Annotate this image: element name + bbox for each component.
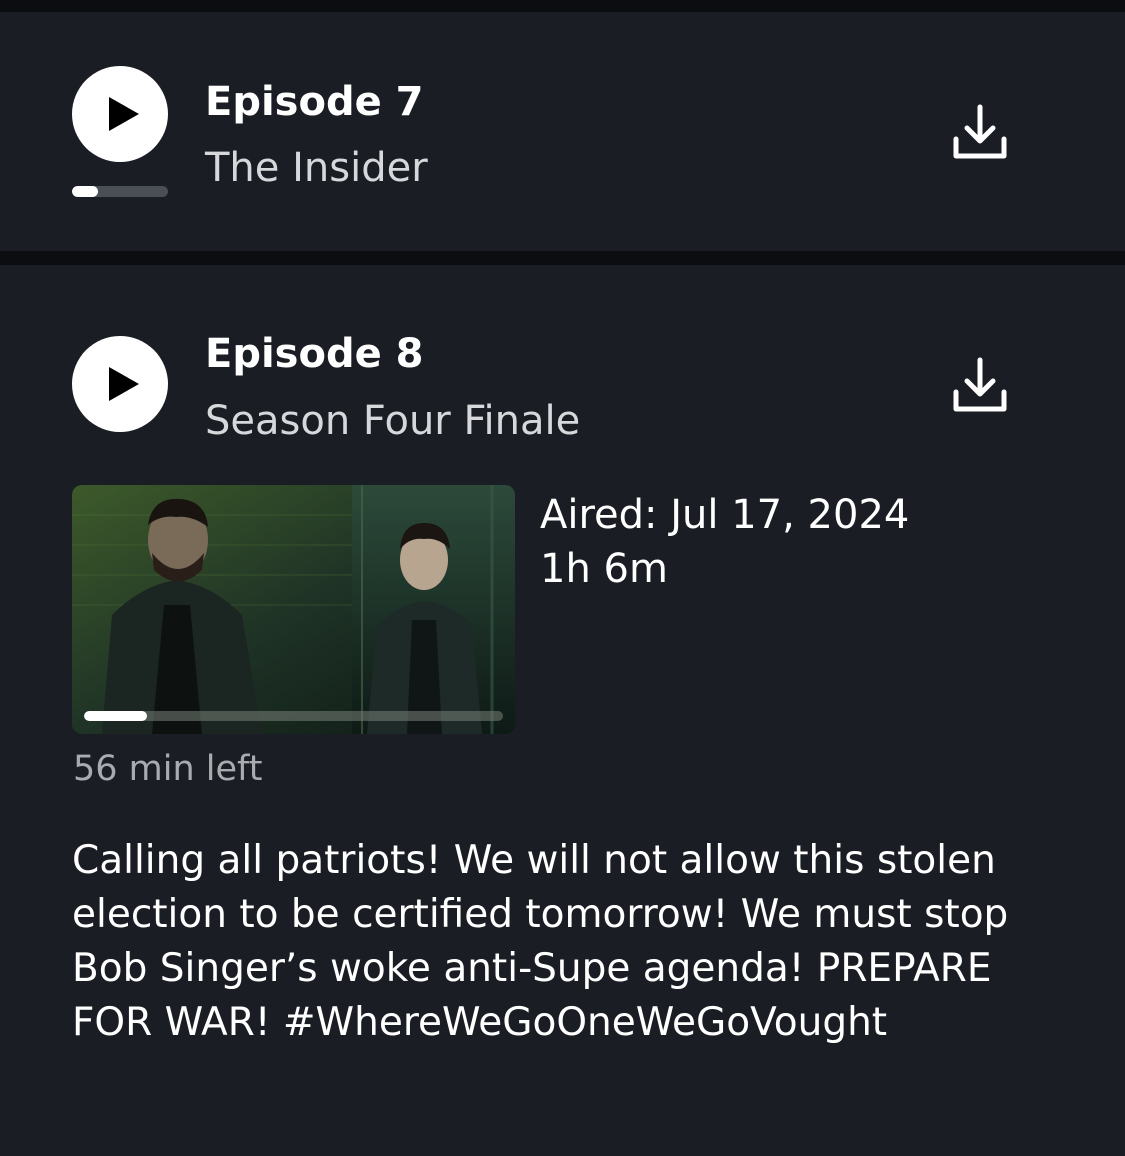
play-button-episode-7[interactable]	[72, 66, 168, 162]
play-button-episode-8[interactable]	[72, 336, 168, 432]
download-icon	[953, 357, 1007, 412]
episode-7-progress-bar	[72, 186, 168, 197]
download-button-episode-8[interactable]	[948, 354, 1012, 418]
episode-7-progress-fill	[72, 186, 98, 197]
episode-8-aired-date: Aired: Jul 17, 2024	[540, 492, 910, 538]
episode-list-screen: Episode 7 The Insider Episode 8 Season F…	[0, 0, 1125, 1156]
thumbnail-progress-bar	[84, 711, 503, 721]
episode-8-time-left: 56 min left	[73, 749, 263, 789]
play-icon	[109, 97, 139, 131]
top-divider	[0, 0, 1125, 12]
episode-8-thumbnail[interactable]	[72, 485, 515, 734]
episode-7-number: Episode 7	[205, 79, 424, 125]
download-button-episode-7[interactable]	[948, 101, 1012, 165]
episode-8-title: Season Four Finale	[205, 398, 581, 444]
episode-8-number: Episode 8	[205, 331, 424, 377]
play-icon	[109, 367, 139, 401]
download-icon	[953, 104, 1007, 159]
thumbnail-image	[72, 485, 515, 734]
episode-8-description: Calling all patriots! We will not allow …	[72, 838, 1009, 1045]
episode-divider	[0, 251, 1125, 265]
episode-8-duration: 1h 6m	[540, 546, 668, 592]
episode-7-title: The Insider	[205, 145, 428, 191]
thumbnail-progress-fill	[84, 711, 147, 721]
